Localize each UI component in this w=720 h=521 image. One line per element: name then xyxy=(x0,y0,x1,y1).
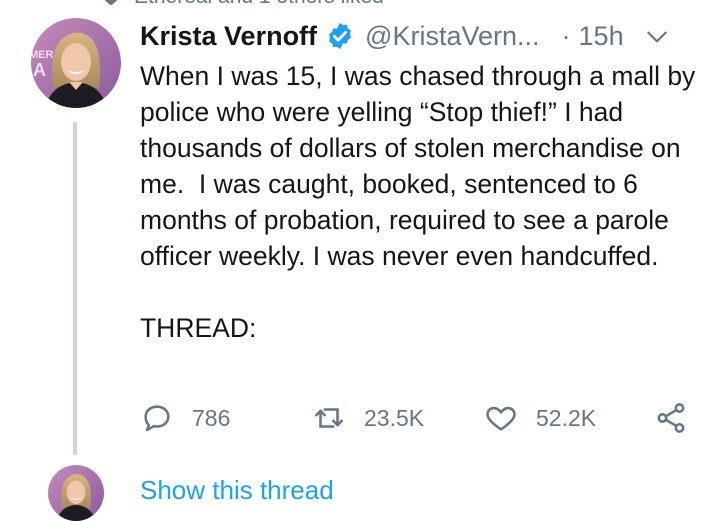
show-thread-link[interactable]: Show this thread xyxy=(140,475,334,506)
tweet-header: Krista Vernoff @KristaVern... · 15h xyxy=(140,16,700,56)
verified-badge-icon xyxy=(329,22,352,50)
thread-avatar[interactable] xyxy=(48,465,104,521)
like-button[interactable]: 52.2K xyxy=(484,398,596,438)
social-context-text: Ethereal and 1 others liked xyxy=(134,0,384,9)
avatar[interactable]: MER A xyxy=(31,18,121,108)
tweet-actions: 786 23.5K 52.2K xyxy=(140,398,700,438)
tweet-text: When I was 15, I was chased through a ma… xyxy=(140,61,696,343)
profile-photo: MER A xyxy=(31,18,121,108)
retweet-count: 23.5K xyxy=(364,404,425,431)
like-count: 52.2K xyxy=(536,404,597,431)
social-context: Ethereal and 1 others liked xyxy=(100,0,384,8)
share-button[interactable] xyxy=(654,398,688,438)
reply-button[interactable]: 786 xyxy=(140,398,230,438)
profile-photo-small xyxy=(48,465,104,521)
author-handle[interactable]: @KristaVern... xyxy=(365,21,539,52)
retweet-button[interactable]: 23.5K xyxy=(312,398,424,438)
svg-text:A: A xyxy=(33,60,46,80)
reply-icon xyxy=(144,405,170,432)
tweet-timestamp[interactable]: 15h xyxy=(579,21,624,52)
reply-count: 786 xyxy=(192,404,231,431)
thread-connector-line xyxy=(73,122,77,455)
heart-icon xyxy=(486,406,516,431)
author-name[interactable]: Krista Vernoff xyxy=(140,21,317,52)
chevron-down-icon[interactable] xyxy=(644,24,670,50)
share-icon xyxy=(657,403,685,433)
heart-filled-icon xyxy=(104,0,118,6)
header-separator: · xyxy=(561,20,571,51)
retweet-icon xyxy=(314,408,344,428)
